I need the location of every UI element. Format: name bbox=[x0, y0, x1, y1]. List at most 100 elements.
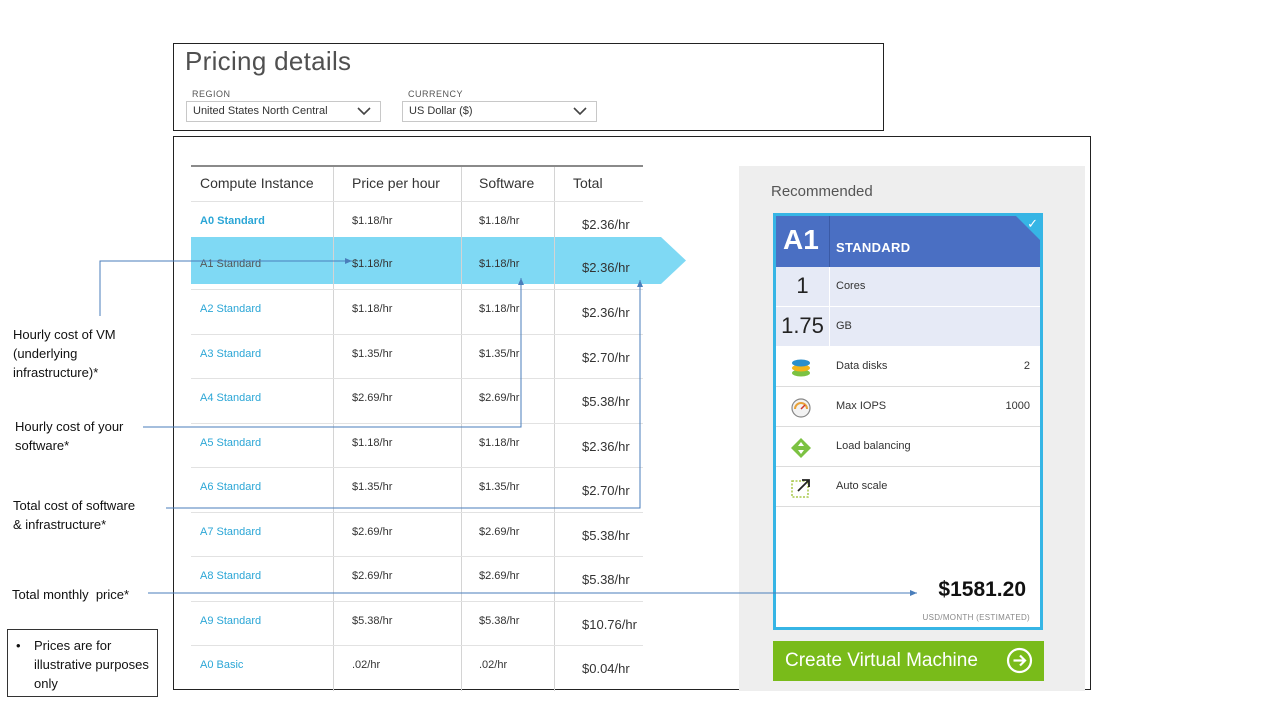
price-per-hour: $1.35/hr bbox=[352, 481, 393, 493]
create-vm-label: Create Virtual Machine bbox=[785, 650, 978, 671]
instance-name[interactable]: A8 Standard bbox=[200, 570, 261, 582]
total-price: $5.38/hr bbox=[582, 528, 630, 543]
chevron-down-icon bbox=[573, 107, 587, 116]
feature-row-load-balancing: Load balancing bbox=[776, 427, 1040, 467]
price-per-hour: $2.69/hr bbox=[352, 526, 393, 538]
monthly-price: $1581.20 bbox=[938, 578, 1026, 601]
annotation-line: Hourly cost of VM bbox=[13, 327, 116, 342]
card-divider bbox=[829, 216, 830, 267]
total-price: $2.36/hr bbox=[582, 260, 630, 275]
header-software: Software bbox=[479, 175, 535, 191]
table-row[interactable]: A8 Standard $2.69/hr $2.69/hr $5.38/hr bbox=[191, 556, 643, 600]
recommended-panel: Recommended A1 STANDARD ✓ 1 Cores 1.75 G… bbox=[739, 166, 1085, 691]
arrow-right-circle-icon bbox=[1006, 647, 1033, 674]
table-row[interactable]: A6 Standard $1.35/hr $1.35/hr $2.70/hr bbox=[191, 467, 643, 511]
software-price: $1.18/hr bbox=[479, 437, 520, 449]
annotation-total-cost: Total cost of software & infrastructure* bbox=[13, 496, 135, 534]
price-per-hour: $1.18/hr bbox=[352, 303, 393, 315]
annotation-line: infrastructure)* bbox=[13, 365, 99, 380]
vm-tier: STANDARD bbox=[836, 240, 911, 255]
instance-name[interactable]: A3 Standard bbox=[200, 348, 261, 360]
table-row[interactable]: A5 Standard $1.18/hr $1.18/hr $2.36/hr bbox=[191, 423, 643, 467]
feature-value: 1000 bbox=[1005, 400, 1030, 412]
feature-row-max-iops: Max IOPS 1000 bbox=[776, 387, 1040, 427]
feature-row-auto-scale: Auto scale bbox=[776, 467, 1040, 507]
instance-name[interactable]: A0 Basic bbox=[200, 659, 243, 671]
software-price: $1.18/hr bbox=[479, 303, 520, 315]
load-balancing-icon bbox=[791, 438, 811, 458]
total-price: $5.38/hr bbox=[582, 394, 630, 409]
feature-label: Max IOPS bbox=[836, 400, 887, 412]
feature-value: 2 bbox=[1023, 360, 1030, 372]
currency-value: US Dollar ($) bbox=[409, 105, 473, 117]
software-price: $2.69/hr bbox=[479, 392, 520, 404]
page-title: Pricing details bbox=[185, 46, 352, 76]
instance-name[interactable]: A2 Standard bbox=[200, 303, 261, 315]
pricing-table: Compute Instance Price per hour Software… bbox=[191, 165, 644, 691]
table-top-border bbox=[191, 165, 643, 167]
create-virtual-machine-button[interactable]: Create Virtual Machine bbox=[773, 641, 1044, 681]
recommended-vm-card[interactable]: A1 STANDARD ✓ 1 Cores 1.75 GB Data disks… bbox=[773, 213, 1043, 630]
cores-label: Cores bbox=[836, 280, 866, 292]
price-per-hour: $2.69/hr bbox=[352, 392, 393, 404]
software-price: $2.69/hr bbox=[479, 526, 520, 538]
software-price: $1.18/hr bbox=[479, 258, 520, 270]
annotation-line: Total cost of software bbox=[13, 498, 136, 513]
annotation-line: Hourly cost of your bbox=[15, 419, 124, 434]
memory-label: GB bbox=[836, 320, 852, 332]
chevron-down-icon bbox=[357, 107, 371, 116]
annotation-monthly-price: Total monthly price* bbox=[12, 587, 130, 602]
table-row[interactable]: A2 Standard $1.18/hr $1.18/hr $2.36/hr bbox=[191, 289, 643, 333]
region-select[interactable]: United States North Central bbox=[186, 101, 381, 122]
table-row[interactable]: A0 Basic .02/hr .02/hr $0.04/hr bbox=[191, 645, 643, 689]
annotation-software-cost: Hourly cost of your software* bbox=[15, 417, 123, 455]
software-price: $1.35/hr bbox=[479, 348, 520, 360]
price-per-hour: $1.18/hr bbox=[352, 437, 393, 449]
instance-name[interactable]: A6 Standard bbox=[200, 481, 261, 493]
pricing-details-panel: Pricing details REGION United States Nor… bbox=[173, 43, 884, 131]
data-disks-icon bbox=[792, 359, 810, 377]
table-row[interactable]: A9 Standard $5.38/hr $5.38/hr $10.76/hr bbox=[191, 601, 643, 645]
total-price: $5.38/hr bbox=[582, 572, 630, 587]
instance-name[interactable]: A0 Standard bbox=[200, 215, 265, 227]
instance-name[interactable]: A7 Standard bbox=[200, 526, 261, 538]
spec-divider bbox=[829, 307, 830, 347]
total-price: $0.04/hr bbox=[582, 661, 630, 676]
auto-scale-icon bbox=[791, 479, 810, 498]
total-price: $2.36/hr bbox=[582, 217, 630, 232]
cores-row: 1 Cores bbox=[776, 267, 1040, 307]
memory-row: 1.75 GB bbox=[776, 307, 1040, 347]
table-row[interactable]: A3 Standard $1.35/hr $1.35/hr $2.70/hr bbox=[191, 334, 643, 378]
instance-name[interactable]: A5 Standard bbox=[200, 437, 261, 449]
spec-divider bbox=[829, 267, 830, 307]
gauge-icon bbox=[791, 398, 811, 418]
feature-label: Load balancing bbox=[836, 440, 911, 452]
instance-name[interactable]: A1 Standard bbox=[200, 258, 261, 270]
table-row[interactable]: A7 Standard $2.69/hr $2.69/hr $5.38/hr bbox=[191, 512, 643, 556]
annotation-line: & infrastructure* bbox=[13, 517, 107, 532]
header-total: Total bbox=[573, 175, 603, 191]
price-per-hour: $1.35/hr bbox=[352, 348, 393, 360]
table-row[interactable]: A4 Standard $2.69/hr $2.69/hr $5.38/hr bbox=[191, 378, 643, 422]
monthly-price-unit: USD/MONTH (ESTIMATED) bbox=[922, 613, 1030, 622]
currency-select[interactable]: US Dollar ($) bbox=[402, 101, 597, 122]
total-price: $10.76/hr bbox=[582, 617, 637, 632]
recommended-title: Recommended bbox=[771, 183, 873, 200]
total-price: $2.36/hr bbox=[582, 305, 630, 320]
feature-row-data-disks: Data disks 2 bbox=[776, 347, 1040, 387]
annotation-line: software* bbox=[15, 438, 70, 453]
header-compute-instance: Compute Instance bbox=[200, 175, 314, 191]
software-price: $1.18/hr bbox=[479, 215, 520, 227]
price-per-hour: $5.38/hr bbox=[352, 615, 393, 627]
instance-name[interactable]: A4 Standard bbox=[200, 392, 261, 404]
header-price-per-hour: Price per hour bbox=[352, 175, 440, 191]
instance-name[interactable]: A9 Standard bbox=[200, 615, 261, 627]
software-price: $1.35/hr bbox=[479, 481, 520, 493]
vm-size: A1 bbox=[783, 224, 819, 255]
software-price: $2.69/hr bbox=[479, 570, 520, 582]
feature-label: Data disks bbox=[836, 360, 888, 372]
cores-value: 1 bbox=[796, 273, 809, 298]
table-row[interactable]: A0 Standard $1.18/hr $1.18/hr $2.36/hr bbox=[191, 201, 643, 245]
disclaimer-text: Prices are for illustrative purposes onl… bbox=[34, 638, 149, 691]
table-row-selected[interactable]: A1 Standard $1.18/hr $1.18/hr $2.36/hr bbox=[191, 245, 643, 289]
